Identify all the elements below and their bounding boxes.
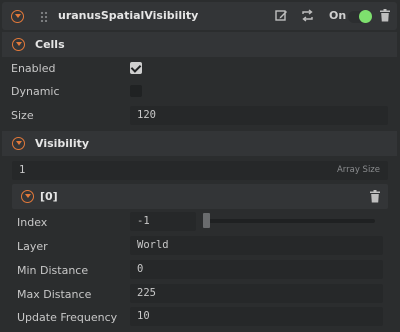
enabled-toggle[interactable]: [348, 10, 372, 23]
max-distance-input[interactable]: 225: [130, 284, 383, 303]
cells-section-header[interactable]: Cells: [2, 32, 397, 57]
layer-input[interactable]: World: [130, 236, 383, 255]
delete-component-icon[interactable]: [380, 9, 390, 25]
index-value: -1: [137, 215, 150, 227]
edit-icon[interactable]: [275, 9, 288, 25]
update-frequency-input[interactable]: 10: [130, 307, 383, 326]
size-input[interactable]: 120: [130, 106, 388, 125]
collapse-icon[interactable]: [21, 190, 34, 203]
section-title: Visibility: [35, 137, 90, 150]
min-distance-input[interactable]: 0: [130, 260, 383, 279]
delete-item-icon[interactable]: [370, 190, 380, 206]
toggle-knob: [359, 10, 372, 23]
dynamic-checkbox[interactable]: [130, 85, 142, 97]
collapse-icon[interactable]: [12, 38, 25, 51]
index-slider-handle[interactable]: [203, 213, 210, 228]
min-distance-value: 0: [137, 263, 144, 275]
layer-value: World: [137, 239, 169, 251]
layer-field-label: Layer: [17, 240, 48, 253]
swap-icon[interactable]: [301, 9, 314, 25]
size-field-label: Size: [11, 109, 34, 122]
collapse-icon[interactable]: [12, 137, 25, 150]
enabled-field-label: Enabled: [11, 62, 56, 75]
update-frequency-value: 10: [137, 310, 150, 322]
min-distance-field-label: Min Distance: [17, 264, 89, 277]
max-distance-value: 225: [137, 287, 156, 299]
component-panel: uranusSpatialVisibility On Cells Enabled…: [0, 0, 400, 332]
max-distance-field-label: Max Distance: [17, 288, 92, 301]
section-title: Cells: [35, 38, 65, 51]
array-size-label: Array Size: [336, 165, 380, 175]
array-item-header[interactable]: [0]: [12, 184, 388, 209]
index-field-label: Index: [17, 216, 48, 229]
drag-handle-icon[interactable]: [40, 11, 48, 22]
enabled-label: On: [329, 9, 347, 22]
index-input[interactable]: -1: [130, 212, 196, 231]
enabled-checkbox[interactable]: [130, 62, 142, 74]
collapse-icon[interactable]: [11, 10, 24, 23]
update-frequency-field-label: Update Frequency: [17, 311, 118, 324]
array-size-input[interactable]: 1 Array Size: [12, 161, 388, 180]
component-header: uranusSpatialVisibility On: [2, 2, 397, 30]
component-title: uranusSpatialVisibility: [58, 9, 199, 22]
array-size-value: 1: [19, 164, 26, 176]
array-item-title: [0]: [40, 190, 58, 203]
index-slider-track[interactable]: [205, 219, 375, 223]
visibility-section-header[interactable]: Visibility: [2, 131, 397, 156]
dynamic-field-label: Dynamic: [11, 85, 60, 98]
size-value: 120: [137, 109, 156, 121]
